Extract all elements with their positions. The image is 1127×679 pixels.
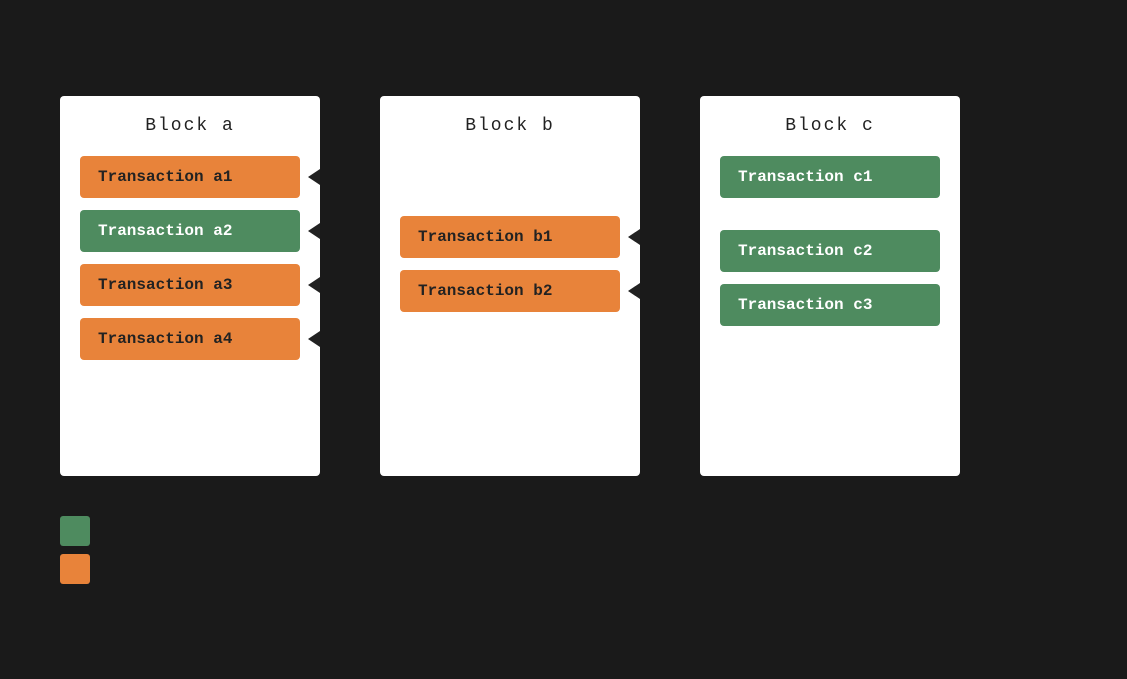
transaction-a2: Transaction a2 (80, 210, 300, 252)
block-c-transactions: Transaction c1 Transaction c2 Transactio… (720, 156, 940, 326)
legend-orange-box (60, 554, 90, 584)
block-b: Block b Transaction b1 Transaction b2 (380, 96, 640, 476)
transaction-c1: Transaction c1 (720, 156, 940, 198)
diagram-area: Block a Transaction a1 Transaction a2 Tr… (0, 76, 1127, 604)
transaction-b2: Transaction b2 (400, 270, 620, 312)
transaction-a3: Transaction a3 (80, 264, 300, 306)
block-a: Block a Transaction a1 Transaction a2 Tr… (60, 96, 320, 476)
block-b-transactions: Transaction b1 Transaction b2 (400, 216, 620, 312)
transaction-a1: Transaction a1 (80, 156, 300, 198)
block-a-transactions: Transaction a1 Transaction a2 Transactio… (80, 156, 300, 360)
transaction-c2: Transaction c2 (720, 230, 940, 272)
block-b-title: Block b (465, 116, 555, 136)
block-c: Block c Transaction c1 Transaction c2 Tr… (700, 96, 960, 476)
transaction-b1: Transaction b1 (400, 216, 620, 258)
transaction-c3: Transaction c3 (720, 284, 940, 326)
legend-item-orange (60, 554, 90, 584)
transaction-a4: Transaction a4 (80, 318, 300, 360)
legend-item-green (60, 516, 90, 546)
blocks-row: Block a Transaction a1 Transaction a2 Tr… (60, 96, 960, 476)
legend-green-box (60, 516, 90, 546)
legend (60, 516, 90, 584)
block-a-title: Block a (145, 116, 235, 136)
block-c-title: Block c (785, 116, 875, 136)
